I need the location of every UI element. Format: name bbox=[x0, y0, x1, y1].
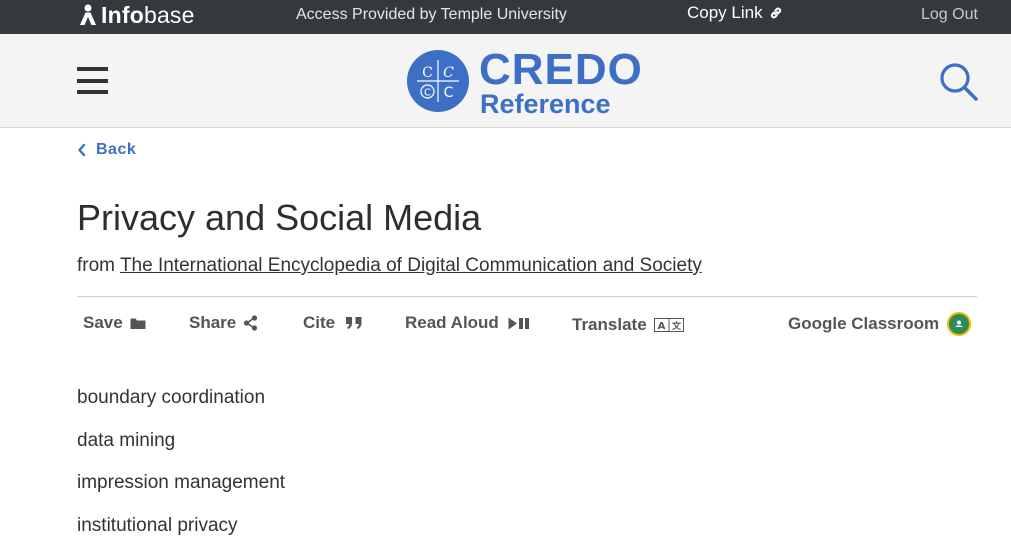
translate-icon: A 文 bbox=[653, 318, 684, 332]
svg-text:C: C bbox=[443, 65, 454, 81]
keyword-item[interactable]: impression management bbox=[77, 471, 285, 514]
top-bar: Infobase Access Provided by Temple Unive… bbox=[0, 0, 1011, 34]
copy-link-button[interactable]: Copy Link bbox=[687, 3, 783, 23]
source-line: from The International Encyclopedia of D… bbox=[77, 255, 702, 277]
svg-text:文: 文 bbox=[671, 320, 682, 332]
site-header: C C C C CREDO Reference bbox=[0, 34, 1011, 128]
divider bbox=[77, 296, 977, 297]
search-button[interactable] bbox=[939, 62, 979, 107]
keyword-item[interactable]: data mining bbox=[77, 429, 285, 472]
svg-text:C: C bbox=[444, 85, 454, 101]
share-label: Share bbox=[189, 313, 237, 332]
translate-button[interactable]: Translate A 文 bbox=[572, 315, 684, 335]
google-classroom-label: Google Classroom bbox=[788, 314, 940, 333]
cite-label: Cite bbox=[303, 313, 336, 332]
credo-reference-logo[interactable]: C C C C CREDO Reference bbox=[407, 45, 643, 119]
quote-icon bbox=[346, 317, 362, 329]
keyword-item[interactable]: institutional privacy bbox=[77, 514, 285, 557]
folder-icon bbox=[130, 318, 146, 329]
link-icon bbox=[770, 7, 781, 19]
share-button[interactable]: Share bbox=[189, 313, 258, 333]
svg-text:C: C bbox=[424, 88, 431, 99]
menu-icon[interactable] bbox=[77, 67, 108, 94]
infobase-person-icon bbox=[80, 4, 96, 25]
cite-button[interactable]: Cite bbox=[303, 313, 363, 333]
back-label: Back bbox=[96, 141, 137, 158]
copy-link-label: Copy Link bbox=[687, 3, 763, 22]
svg-text:C: C bbox=[422, 65, 433, 81]
share-icon bbox=[244, 315, 258, 331]
translate-label: Translate bbox=[572, 315, 647, 334]
page-title: Privacy and Social Media bbox=[77, 197, 482, 238]
back-link[interactable]: Back bbox=[77, 141, 136, 159]
from-prefix: from bbox=[77, 255, 115, 276]
svg-text:A: A bbox=[657, 321, 665, 332]
infobase-logo[interactable]: Infobase bbox=[78, 2, 195, 28]
play-pause-icon bbox=[508, 317, 529, 329]
google-classroom-button[interactable]: Google Classroom bbox=[788, 311, 972, 337]
google-classroom-icon bbox=[947, 312, 972, 336]
keyword-item[interactable]: boundary coordination bbox=[77, 386, 285, 429]
log-out-link[interactable]: Log Out bbox=[921, 6, 978, 24]
access-provided-text: Access Provided by Temple University bbox=[296, 6, 567, 23]
keyword-list: boundary coordination data mining impres… bbox=[77, 386, 285, 557]
read-aloud-button[interactable]: Read Aloud bbox=[405, 313, 530, 333]
credo-emblem-icon: C C C C bbox=[407, 50, 469, 112]
chevron-left-icon bbox=[78, 143, 86, 157]
read-aloud-label: Read Aloud bbox=[405, 313, 499, 332]
source-title-link[interactable]: The International Encyclopedia of Digita… bbox=[120, 255, 702, 276]
save-button[interactable]: Save bbox=[83, 313, 146, 333]
credo-brand-sub: Reference bbox=[480, 89, 611, 119]
credo-wordmark: CREDO Reference bbox=[479, 45, 643, 119]
search-icon bbox=[940, 63, 978, 101]
save-label: Save bbox=[83, 313, 123, 332]
infobase-logo-text: Infobase bbox=[101, 2, 195, 28]
credo-brand-main: CREDO bbox=[479, 45, 643, 94]
